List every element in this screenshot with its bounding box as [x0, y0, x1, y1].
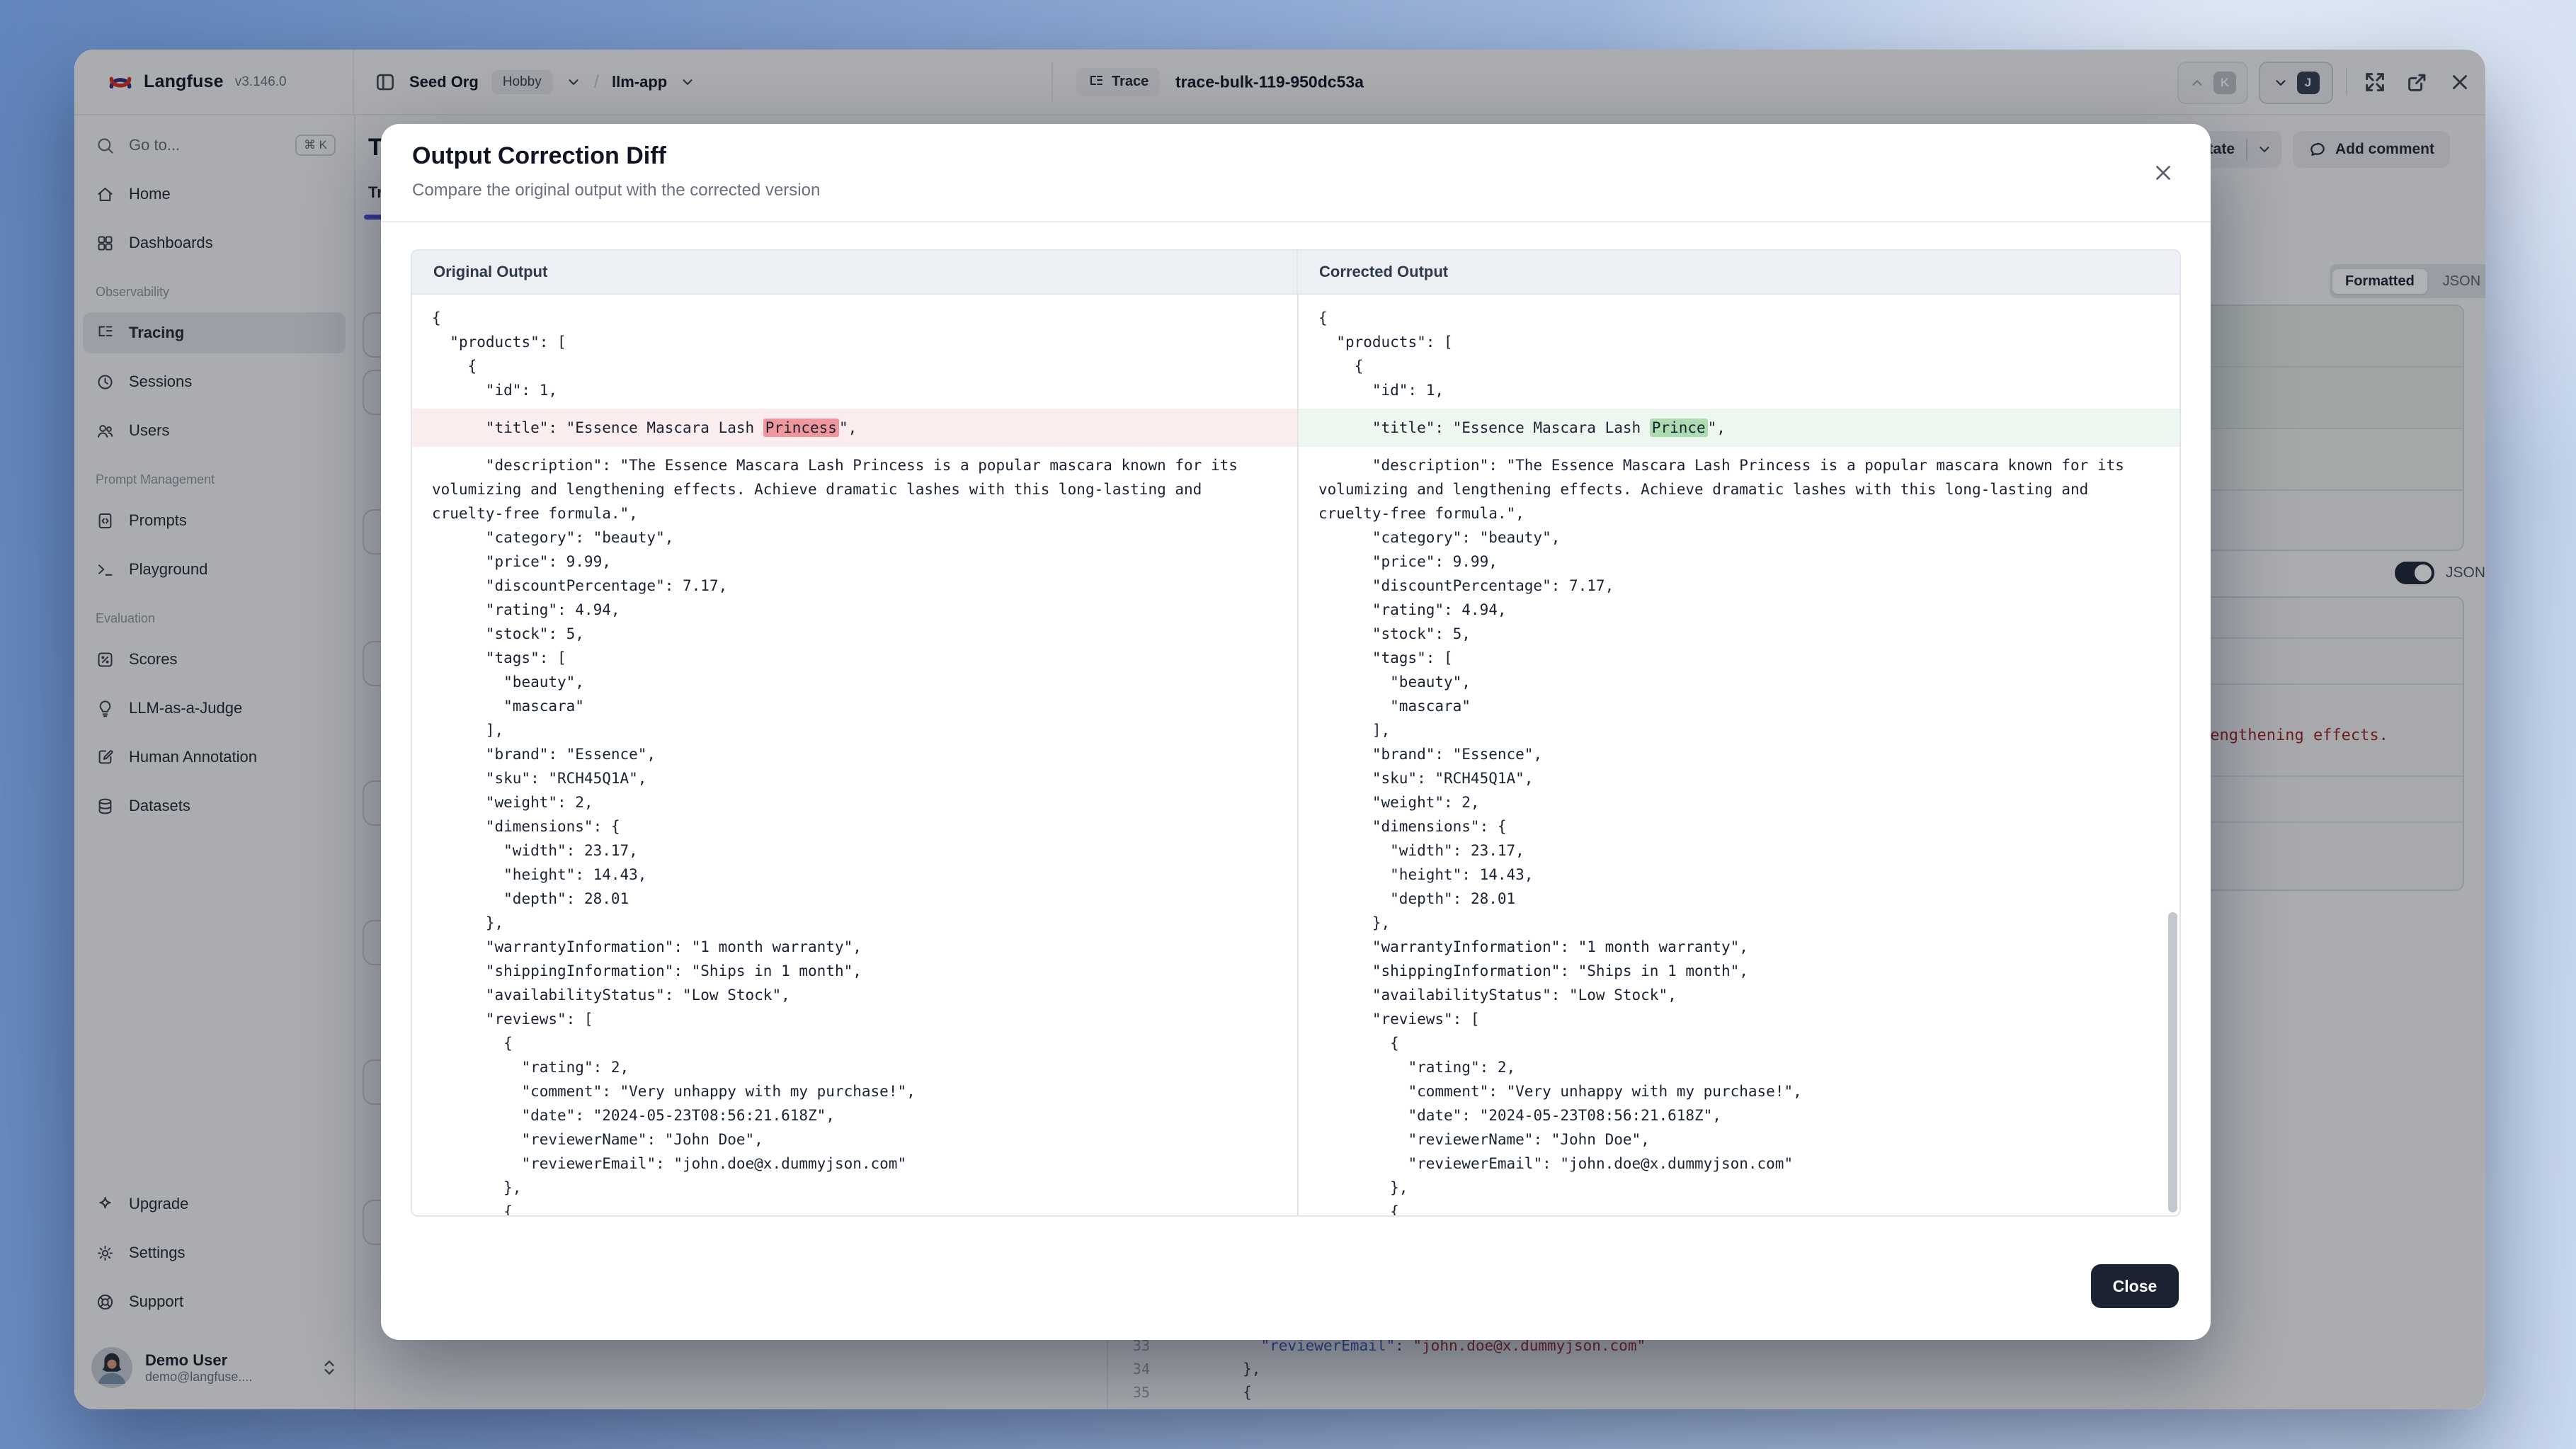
diff-body: { "products": [ { "id": 1, "title": "Ess… [412, 295, 2179, 1215]
code-line: { [1318, 1200, 2161, 1215]
corrected-output-header: Corrected Output [1296, 251, 2179, 293]
code-line: "description": "The Essence Mascara Lash… [1318, 453, 2161, 525]
modal-subtitle: Compare the original output with the cor… [412, 181, 820, 200]
code-line: "reviewerEmail": "john.doe@x.dummyjson.c… [1318, 1152, 2161, 1176]
code-line: "rating": 4.94, [1318, 598, 2161, 622]
code-line: "category": "beauty", [1318, 525, 2161, 550]
code-line: { [1318, 1031, 2161, 1055]
code-line: "dimensions": { [1318, 814, 2161, 839]
code-line: "depth": 28.01 [1318, 887, 2161, 911]
code-line: }, [432, 911, 1277, 935]
code-line: "reviewerName": "John Doe", [1318, 1127, 2161, 1152]
modal-close-icon[interactable] [2151, 161, 2175, 185]
code-line: "date": "2024-05-23T08:56:21.618Z", [432, 1103, 1277, 1127]
code-line: "mascara" [1318, 694, 2161, 718]
code-line: "tags": [ [1318, 646, 2161, 670]
corrected-output-code[interactable]: { "products": [ { "id": 1, "title": "Ess… [1297, 295, 2179, 1215]
code-line: "reviews": [ [1318, 1007, 2161, 1031]
code-line: "reviewerEmail": "john.doe@x.dummyjson.c… [432, 1152, 1277, 1176]
code-line: "height": 14.43, [432, 863, 1277, 887]
code-line: { [432, 1031, 1277, 1055]
code-line: "rating": 4.94, [432, 598, 1277, 622]
code-line: "price": 9.99, [1318, 550, 2161, 574]
code-line: "rating": 2, [432, 1055, 1277, 1079]
code-line: "beauty", [1318, 670, 2161, 694]
code-line: "stock": 5, [432, 622, 1277, 646]
code-line: "shippingInformation": "Ships in 1 month… [432, 959, 1277, 983]
code-line: "warrantyInformation": "1 month warranty… [432, 935, 1277, 959]
code-line: "mascara" [432, 694, 1277, 718]
code-line: "discountPercentage": 7.17, [432, 574, 1277, 598]
code-line: "sku": "RCH45Q1A", [432, 766, 1277, 790]
code-line: "stock": 5, [1318, 622, 2161, 646]
diff-panel: Original Output Corrected Output { "prod… [411, 249, 2181, 1217]
code-line: "comment": "Very unhappy with my purchas… [432, 1079, 1277, 1103]
code-line: "discountPercentage": 7.17, [1318, 574, 2161, 598]
diff-scrollbar[interactable] [2168, 912, 2177, 1212]
code-line: "depth": 28.01 [432, 887, 1277, 911]
code-line: "availabilityStatus": "Low Stock", [1318, 983, 2161, 1007]
code-line: "comment": "Very unhappy with my purchas… [1318, 1079, 2161, 1103]
modal-header-divider [381, 221, 2211, 222]
diff-removed-line: "title": "Essence Mascara Lash Princess"… [412, 409, 1297, 447]
code-line: "brand": "Essence", [432, 742, 1277, 766]
code-line: "date": "2024-05-23T08:56:21.618Z", [1318, 1103, 2161, 1127]
code-line: "id": 1, [432, 378, 1277, 402]
code-line: "warrantyInformation": "1 month warranty… [1318, 935, 2161, 959]
modal-title: Output Correction Diff [412, 142, 666, 170]
code-line: "products": [ [1318, 330, 2161, 354]
desktop: Langfuse v3.146.0 Seed Org Hobby / llm-a… [0, 0, 2576, 1449]
code-line: "height": 14.43, [1318, 863, 2161, 887]
code-line: "shippingInformation": "Ships in 1 month… [1318, 959, 2161, 983]
code-line: "weight": 2, [432, 790, 1277, 814]
diff-added-word: Prince [1650, 419, 1708, 437]
code-line: "reviews": [ [432, 1007, 1277, 1031]
code-line: "width": 23.17, [1318, 839, 2161, 863]
output-correction-diff-modal: Output Correction Diff Compare the origi… [381, 124, 2211, 1340]
code-line: "category": "beauty", [432, 525, 1277, 550]
code-line: { [1318, 306, 2161, 330]
code-line: { [432, 306, 1277, 330]
code-line: }, [432, 1176, 1277, 1200]
code-line: "description": "The Essence Mascara Lash… [432, 453, 1277, 525]
code-line: "sku": "RCH45Q1A", [1318, 766, 2161, 790]
code-line: }, [1318, 911, 2161, 935]
code-line: "reviewerName": "John Doe", [432, 1127, 1277, 1152]
code-line: { [1318, 354, 2161, 378]
code-line: "brand": "Essence", [1318, 742, 2161, 766]
code-line: "id": 1, [1318, 378, 2161, 402]
code-line: "dimensions": { [432, 814, 1277, 839]
code-line: "rating": 2, [1318, 1055, 2161, 1079]
code-line: "beauty", [432, 670, 1277, 694]
code-line: "width": 23.17, [432, 839, 1277, 863]
code-line: "price": 9.99, [432, 550, 1277, 574]
code-line: { [432, 354, 1277, 378]
code-line: "weight": 2, [1318, 790, 2161, 814]
original-output-header: Original Output [412, 251, 1296, 293]
code-line: "tags": [ [432, 646, 1277, 670]
code-line: "products": [ [432, 330, 1277, 354]
diff-header: Original Output Corrected Output [412, 251, 2179, 295]
diff-added-line: "title": "Essence Mascara Lash Prince", [1299, 409, 2179, 447]
code-line: ], [432, 718, 1277, 742]
code-line: ], [1318, 718, 2161, 742]
original-output-code[interactable]: { "products": [ { "id": 1, "title": "Ess… [412, 295, 1297, 1215]
code-line: "availabilityStatus": "Low Stock", [432, 983, 1277, 1007]
close-button[interactable]: Close [2091, 1264, 2179, 1308]
code-line: }, [1318, 1176, 2161, 1200]
diff-removed-word: Princess [763, 419, 839, 437]
code-line: { [432, 1200, 1277, 1215]
